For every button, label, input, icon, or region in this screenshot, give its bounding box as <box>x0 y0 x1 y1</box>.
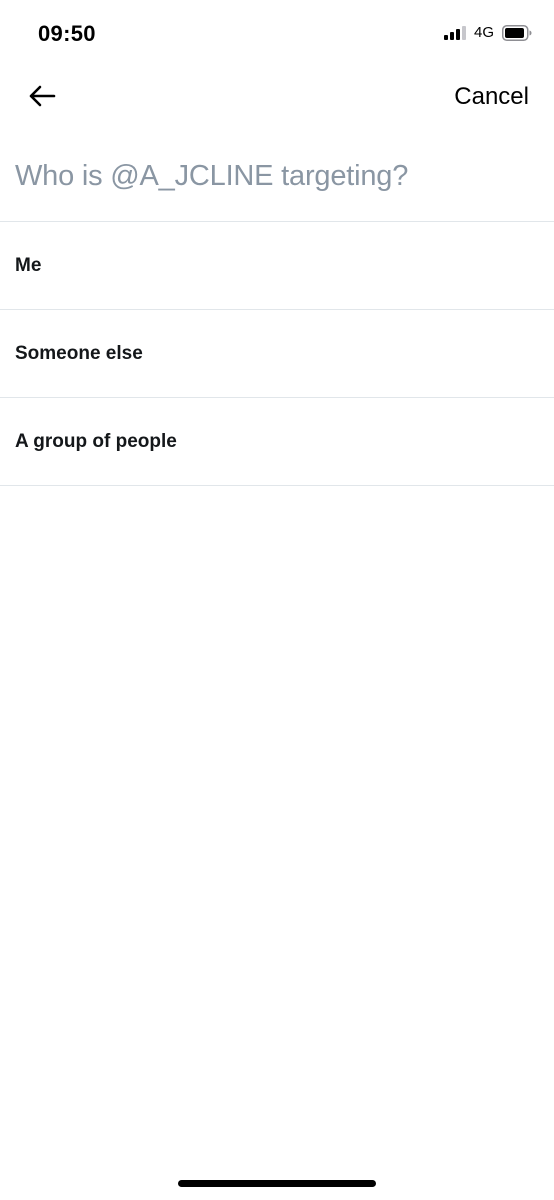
home-indicator <box>178 1180 376 1187</box>
option-someone-else[interactable]: Someone else <box>0 310 554 398</box>
page-title: Who is @A_JCLINE targeting? <box>15 160 409 192</box>
signal-icon <box>443 25 466 40</box>
option-label: A group of people <box>15 430 177 452</box>
option-group-of-people[interactable]: A group of people <box>0 398 554 486</box>
status-bar: 09:50 4G <box>0 0 554 66</box>
cancel-button[interactable]: Cancel <box>454 83 529 111</box>
option-me[interactable]: Me <box>0 222 554 310</box>
network-label: 4G <box>473 24 494 41</box>
target-options-list: Me Someone else A group of people <box>0 221 554 486</box>
battery-icon <box>502 24 532 41</box>
nav-bar: Cancel <box>0 66 554 128</box>
status-time: 09:50 <box>38 21 96 46</box>
back-button[interactable] <box>24 82 60 114</box>
report-target-screen: 09:50 4G Cancel Who is @A_JCLINE targeti… <box>0 0 554 1200</box>
option-label: Someone else <box>15 342 143 364</box>
status-icons: 4G <box>443 24 532 41</box>
arrow-left-icon <box>28 84 56 113</box>
option-label: Me <box>15 254 42 276</box>
